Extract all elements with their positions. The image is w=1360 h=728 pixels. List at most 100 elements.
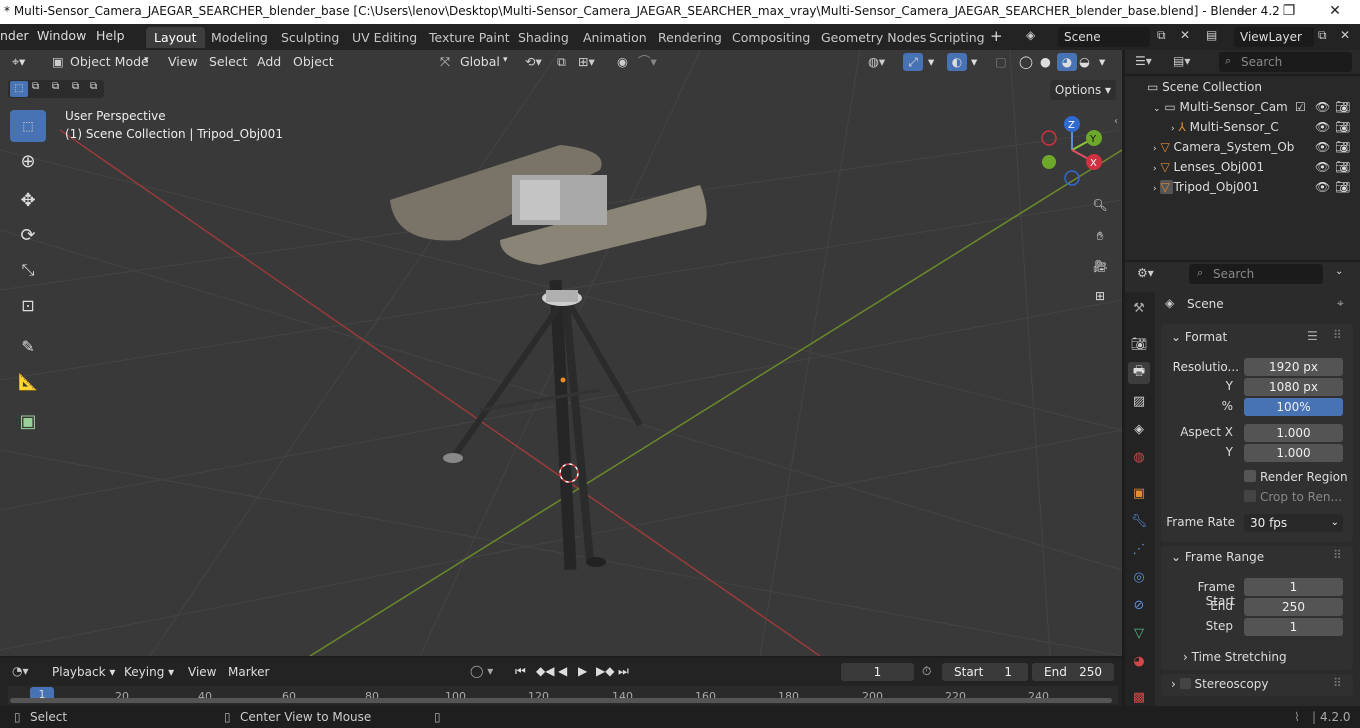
object-tab[interactable]: ▣ — [1128, 482, 1150, 504]
falloff-icon[interactable]: ⌒▾ — [638, 52, 657, 72]
chevron-down-icon[interactable]: ▾ — [928, 52, 934, 72]
zoom-button[interactable]: 🔍︎ — [1087, 192, 1113, 218]
viewport-menu-view[interactable]: View — [168, 52, 198, 72]
render-camera-icon[interactable]: 📷︎ — [1335, 177, 1350, 197]
world-tab[interactable]: ◍ — [1128, 446, 1150, 468]
eye-icon[interactable]: 👁︎ — [1315, 97, 1330, 117]
properties-editor-icon[interactable]: ⚙▾ — [1137, 266, 1154, 280]
minimize-button[interactable]: — — [1222, 0, 1268, 24]
chevron-down-icon[interactable]: ▾ — [971, 52, 977, 72]
eye-icon[interactable]: 👁︎ — [1315, 137, 1330, 157]
resolution-percent-field[interactable]: 100% — [1244, 398, 1343, 416]
xray-icon[interactable]: ▢ — [995, 52, 1007, 72]
start-frame-field[interactable]: Start 1 — [942, 663, 1028, 681]
aspect-y-field[interactable]: 1.000 — [1244, 444, 1343, 462]
new-view-layer-icon[interactable]: ⧉ — [1318, 28, 1327, 43]
navigation-gizmo[interactable]: Z Y X — [1036, 112, 1112, 188]
solid-shading-icon[interactable]: ● — [1040, 52, 1051, 72]
jump-end-icon[interactable]: ⏭ — [618, 664, 629, 679]
particles-tab[interactable]: ⋰ — [1128, 538, 1150, 560]
render-region-checkbox[interactable] — [1244, 470, 1256, 482]
view-layer-selector[interactable]: ViewLayer — [1234, 27, 1314, 47]
tab-layout[interactable]: Layout — [146, 27, 205, 48]
frame-step-field[interactable]: 1 — [1244, 618, 1343, 636]
crop-checkbox[interactable] — [1244, 490, 1256, 502]
stereoscopy-header[interactable]: › Stereoscopy — [1171, 677, 1268, 691]
transform-orientation-dropdown[interactable]: Global — [460, 52, 500, 72]
physics-tab[interactable]: ◎ — [1128, 566, 1150, 588]
timeline-menu-playback[interactable]: Playback ▾ — [52, 665, 115, 679]
auto-key-icon[interactable]: ◯ ▾ — [470, 664, 493, 678]
cursor-tool[interactable]: ⊕ — [10, 145, 46, 177]
tab-shading[interactable]: Shading — [510, 27, 577, 48]
end-frame-field[interactable]: End 250 — [1032, 663, 1114, 681]
move-tool[interactable]: ✥ — [10, 184, 46, 216]
play-icon[interactable]: ▶ — [578, 664, 587, 678]
options-dropdown[interactable]: Options ▾ — [1050, 80, 1116, 100]
render-camera-icon[interactable]: 📷︎ — [1335, 137, 1350, 157]
frame-range-panel-header[interactable]: ⌄ Frame Range — [1171, 550, 1264, 564]
drag-handle-icon[interactable]: ⠿ — [1333, 548, 1342, 562]
prev-keyframe-icon[interactable]: ◆◀ — [536, 664, 554, 678]
tab-geometry-nodes[interactable]: Geometry Nodes — [813, 27, 934, 48]
pin-icon[interactable]: ⌖ — [1337, 296, 1344, 311]
tab-compositing[interactable]: Compositing — [724, 27, 818, 48]
aspect-x-field[interactable]: 1.000 — [1244, 424, 1343, 442]
drag-handle-icon[interactable]: ⠿ — [1333, 676, 1342, 690]
material-tab[interactable]: ◕ — [1128, 650, 1150, 672]
tab-scripting[interactable]: Scripting — [921, 27, 993, 48]
select-new-icon[interactable]: ⬚ — [10, 81, 28, 97]
snap-icon[interactable]: ⧉ — [557, 52, 566, 72]
eye-icon[interactable]: 👁︎ — [1315, 157, 1330, 177]
3d-viewport[interactable]: ⌖▾ ▣ Object Mode ▾ View Select Add Objec… — [0, 50, 1122, 656]
material-shading-icon[interactable]: ◕ — [1057, 53, 1077, 71]
data-tab[interactable]: ▽ — [1128, 622, 1150, 644]
proportional-edit-icon[interactable]: ◉ — [617, 52, 628, 72]
pan-button[interactable]: ✋︎ — [1087, 223, 1113, 249]
timeline-menu-marker[interactable]: Marker — [228, 665, 269, 679]
display-mode-icon[interactable]: ▤▾ — [1173, 54, 1190, 68]
constraints-tab[interactable]: ⊘ — [1128, 594, 1150, 616]
drag-handle-icon[interactable]: ⠿ — [1333, 328, 1342, 342]
scale-tool[interactable]: ⤡ — [10, 254, 46, 286]
menu-render[interactable]: nder — [0, 28, 29, 43]
scene-tab[interactable]: ◈ — [1128, 418, 1150, 440]
render-camera-icon[interactable]: 📷︎ — [1335, 97, 1350, 117]
current-frame-field[interactable]: 1 — [841, 663, 914, 681]
measure-tool[interactable]: 📐 — [10, 365, 46, 397]
texture-tab[interactable]: ▩ — [1128, 686, 1150, 708]
resolution-y-field[interactable]: 1080 px — [1244, 378, 1343, 396]
sidebar-toggle-icon[interactable]: ‹ — [1114, 116, 1118, 127]
outliner-root[interactable]: ▭ Scene Collection — [1147, 77, 1262, 97]
viewport-menu-add[interactable]: Add — [257, 52, 281, 72]
select-invert-icon[interactable]: ⧉ — [72, 81, 79, 92]
tab-rendering[interactable]: Rendering — [650, 27, 730, 48]
outliner-editor-icon[interactable]: ☰▾ — [1135, 54, 1152, 68]
camera-view-button[interactable]: 🎥︎ — [1087, 253, 1113, 279]
frame-start-field[interactable]: 1 — [1244, 578, 1343, 596]
outliner-item-selected[interactable]: › ▽ Tripod_Obj001 👁︎ 📷︎ — [1153, 177, 1358, 197]
ortho-toggle-button[interactable]: ⊞ — [1087, 283, 1113, 309]
tool-tab[interactable]: ⚒ — [1128, 297, 1150, 319]
modifiers-tab[interactable]: 🔧︎ — [1128, 510, 1150, 532]
render-camera-icon[interactable]: 📷︎ — [1335, 117, 1350, 137]
tab-sculpting[interactable]: Sculpting — [273, 27, 347, 48]
format-panel-header[interactable]: ⌄ Format — [1171, 330, 1227, 344]
chevron-down-icon[interactable]: ⌄ — [1335, 266, 1343, 277]
play-reverse-icon[interactable]: ◀ — [558, 664, 567, 678]
timeline-menu-view[interactable]: View — [188, 665, 216, 679]
output-tab[interactable]: 🖶 — [1128, 362, 1150, 384]
delete-scene-icon[interactable]: ✕ — [1180, 28, 1190, 42]
annotate-tool[interactable]: ✎ — [10, 330, 46, 362]
jump-start-icon[interactable]: ⏮ — [515, 664, 526, 679]
new-scene-icon[interactable]: ⧉ — [1157, 28, 1166, 43]
snap-target-icon[interactable]: ⊞▾ — [578, 52, 595, 72]
render-tab[interactable]: 📷︎ — [1128, 333, 1150, 355]
checkbox-icon[interactable]: ☑ — [1295, 97, 1306, 117]
viewport-menu-select[interactable]: Select — [209, 52, 248, 72]
outliner-search-input[interactable]: Search — [1219, 52, 1352, 72]
menu-help[interactable]: Help — [96, 28, 125, 43]
frame-rate-dropdown[interactable]: 30 fps ⌄ — [1244, 514, 1343, 532]
rotate-tool[interactable]: ⟳ — [10, 219, 46, 251]
maximize-button[interactable]: ❐ — [1266, 0, 1312, 24]
